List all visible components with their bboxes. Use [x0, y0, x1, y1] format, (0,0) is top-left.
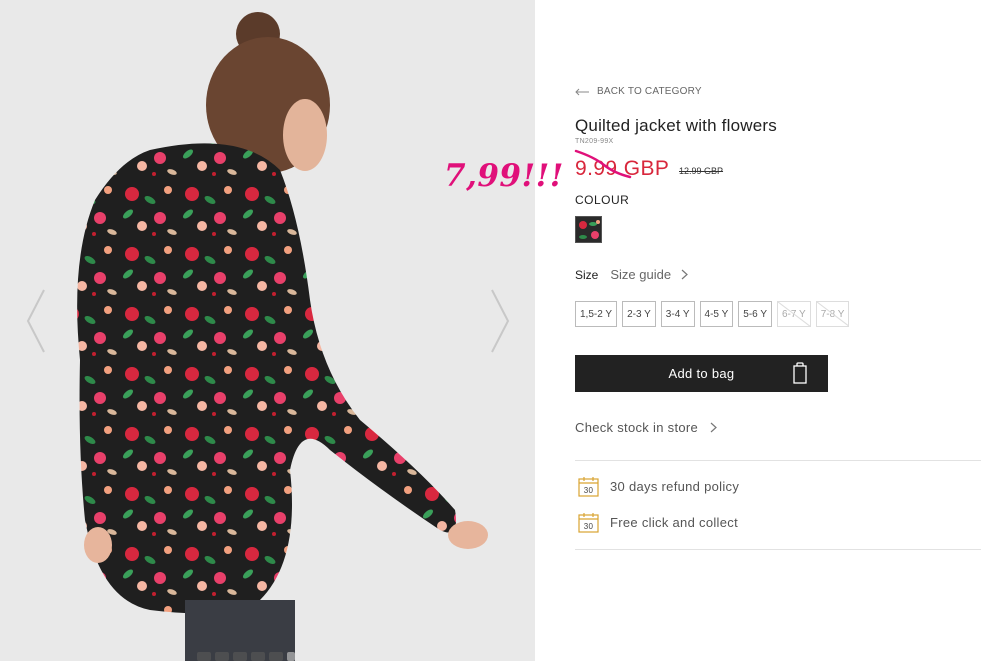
product-image-gallery — [0, 0, 535, 661]
unavailable-cross-icon — [778, 302, 810, 326]
unavailable-cross-icon — [816, 302, 849, 326]
chevron-right-icon — [710, 422, 717, 433]
next-image-arrow-icon[interactable] — [488, 288, 512, 354]
product-info-panel: BACK TO CATEGORY Quilted jacket with flo… — [444, 0, 981, 661]
product-title: Quilted jacket with flowers — [575, 116, 777, 135]
perk-label: Free click and collect — [610, 515, 738, 530]
size-row: Size Size guide — [575, 267, 688, 282]
pagination-dot[interactable] — [287, 652, 295, 661]
size-guide-label: Size guide — [610, 267, 672, 282]
back-to-category-label: BACK TO CATEGORY — [597, 86, 702, 97]
image-pagination-dots — [197, 652, 295, 661]
divider — [575, 549, 981, 550]
pagination-dot[interactable] — [215, 652, 229, 661]
product-photo — [0, 0, 535, 661]
pagination-dot[interactable] — [233, 652, 247, 661]
calendar-badge-number: 30 — [584, 522, 594, 531]
pagination-dot[interactable] — [197, 652, 211, 661]
size-option-unavailable[interactable]: 7-8 Y — [815, 301, 850, 327]
shopping-bag-icon — [793, 362, 807, 384]
product-sku: TN209-99X — [575, 138, 614, 145]
pagination-dot[interactable] — [251, 652, 265, 661]
divider — [575, 460, 981, 461]
colour-label: COLOUR — [575, 193, 630, 207]
calendar-30-icon: 30 — [578, 477, 599, 497]
back-to-category-link[interactable]: BACK TO CATEGORY — [575, 86, 702, 97]
perk-click-and-collect: 30 Free click and collect — [578, 512, 738, 533]
size-label: Size — [575, 267, 599, 282]
check-stock-in-store-link[interactable]: Check stock in store — [575, 420, 717, 435]
calendar-badge-number: 30 — [584, 486, 594, 495]
add-to-bag-button[interactable]: Add to bag — [575, 355, 828, 392]
colour-swatch[interactable] — [575, 216, 602, 243]
floral-pattern-swatch — [576, 217, 601, 242]
previous-image-arrow-icon[interactable] — [24, 288, 48, 354]
calendar-30-icon: 30 — [578, 513, 599, 533]
size-option[interactable]: 3-4 Y — [660, 301, 695, 327]
perk-label: 30 days refund policy — [610, 479, 740, 494]
size-option-unavailable[interactable]: 6-7 Y — [777, 301, 811, 327]
pagination-dot[interactable] — [269, 652, 283, 661]
size-guide-link[interactable]: Size guide — [610, 267, 688, 282]
arrow-left-icon — [575, 88, 589, 95]
chevron-right-icon — [681, 269, 688, 280]
size-option-label: 2-3 Y — [627, 308, 651, 320]
perk-refund-policy: 30 30 days refund policy — [578, 476, 739, 497]
check-stock-label: Check stock in store — [575, 420, 699, 435]
size-option[interactable]: 5-6 Y — [738, 301, 772, 327]
size-option[interactable]: 4-5 Y — [699, 301, 734, 327]
handwritten-price-annotation: 7,99!!! — [444, 158, 564, 194]
old-price: 12.99 GBP — [679, 166, 724, 176]
size-option-label: 1,5-2 Y — [580, 308, 613, 320]
size-option-label: 4-5 Y — [704, 308, 729, 320]
size-options: 1,5-2 Y 2-3 Y 3-4 Y 4-5 Y 5-6 Y 6-7 Y 7-… — [575, 301, 850, 327]
size-option[interactable]: 2-3 Y — [622, 301, 656, 327]
add-to-bag-label: Add to bag — [668, 366, 735, 381]
size-option[interactable]: 1,5-2 Y — [575, 301, 618, 327]
size-option-label: 3-4 Y — [665, 308, 690, 320]
size-option-label: 5-6 Y — [743, 308, 767, 320]
current-price: 9.99 GBP — [575, 157, 670, 180]
